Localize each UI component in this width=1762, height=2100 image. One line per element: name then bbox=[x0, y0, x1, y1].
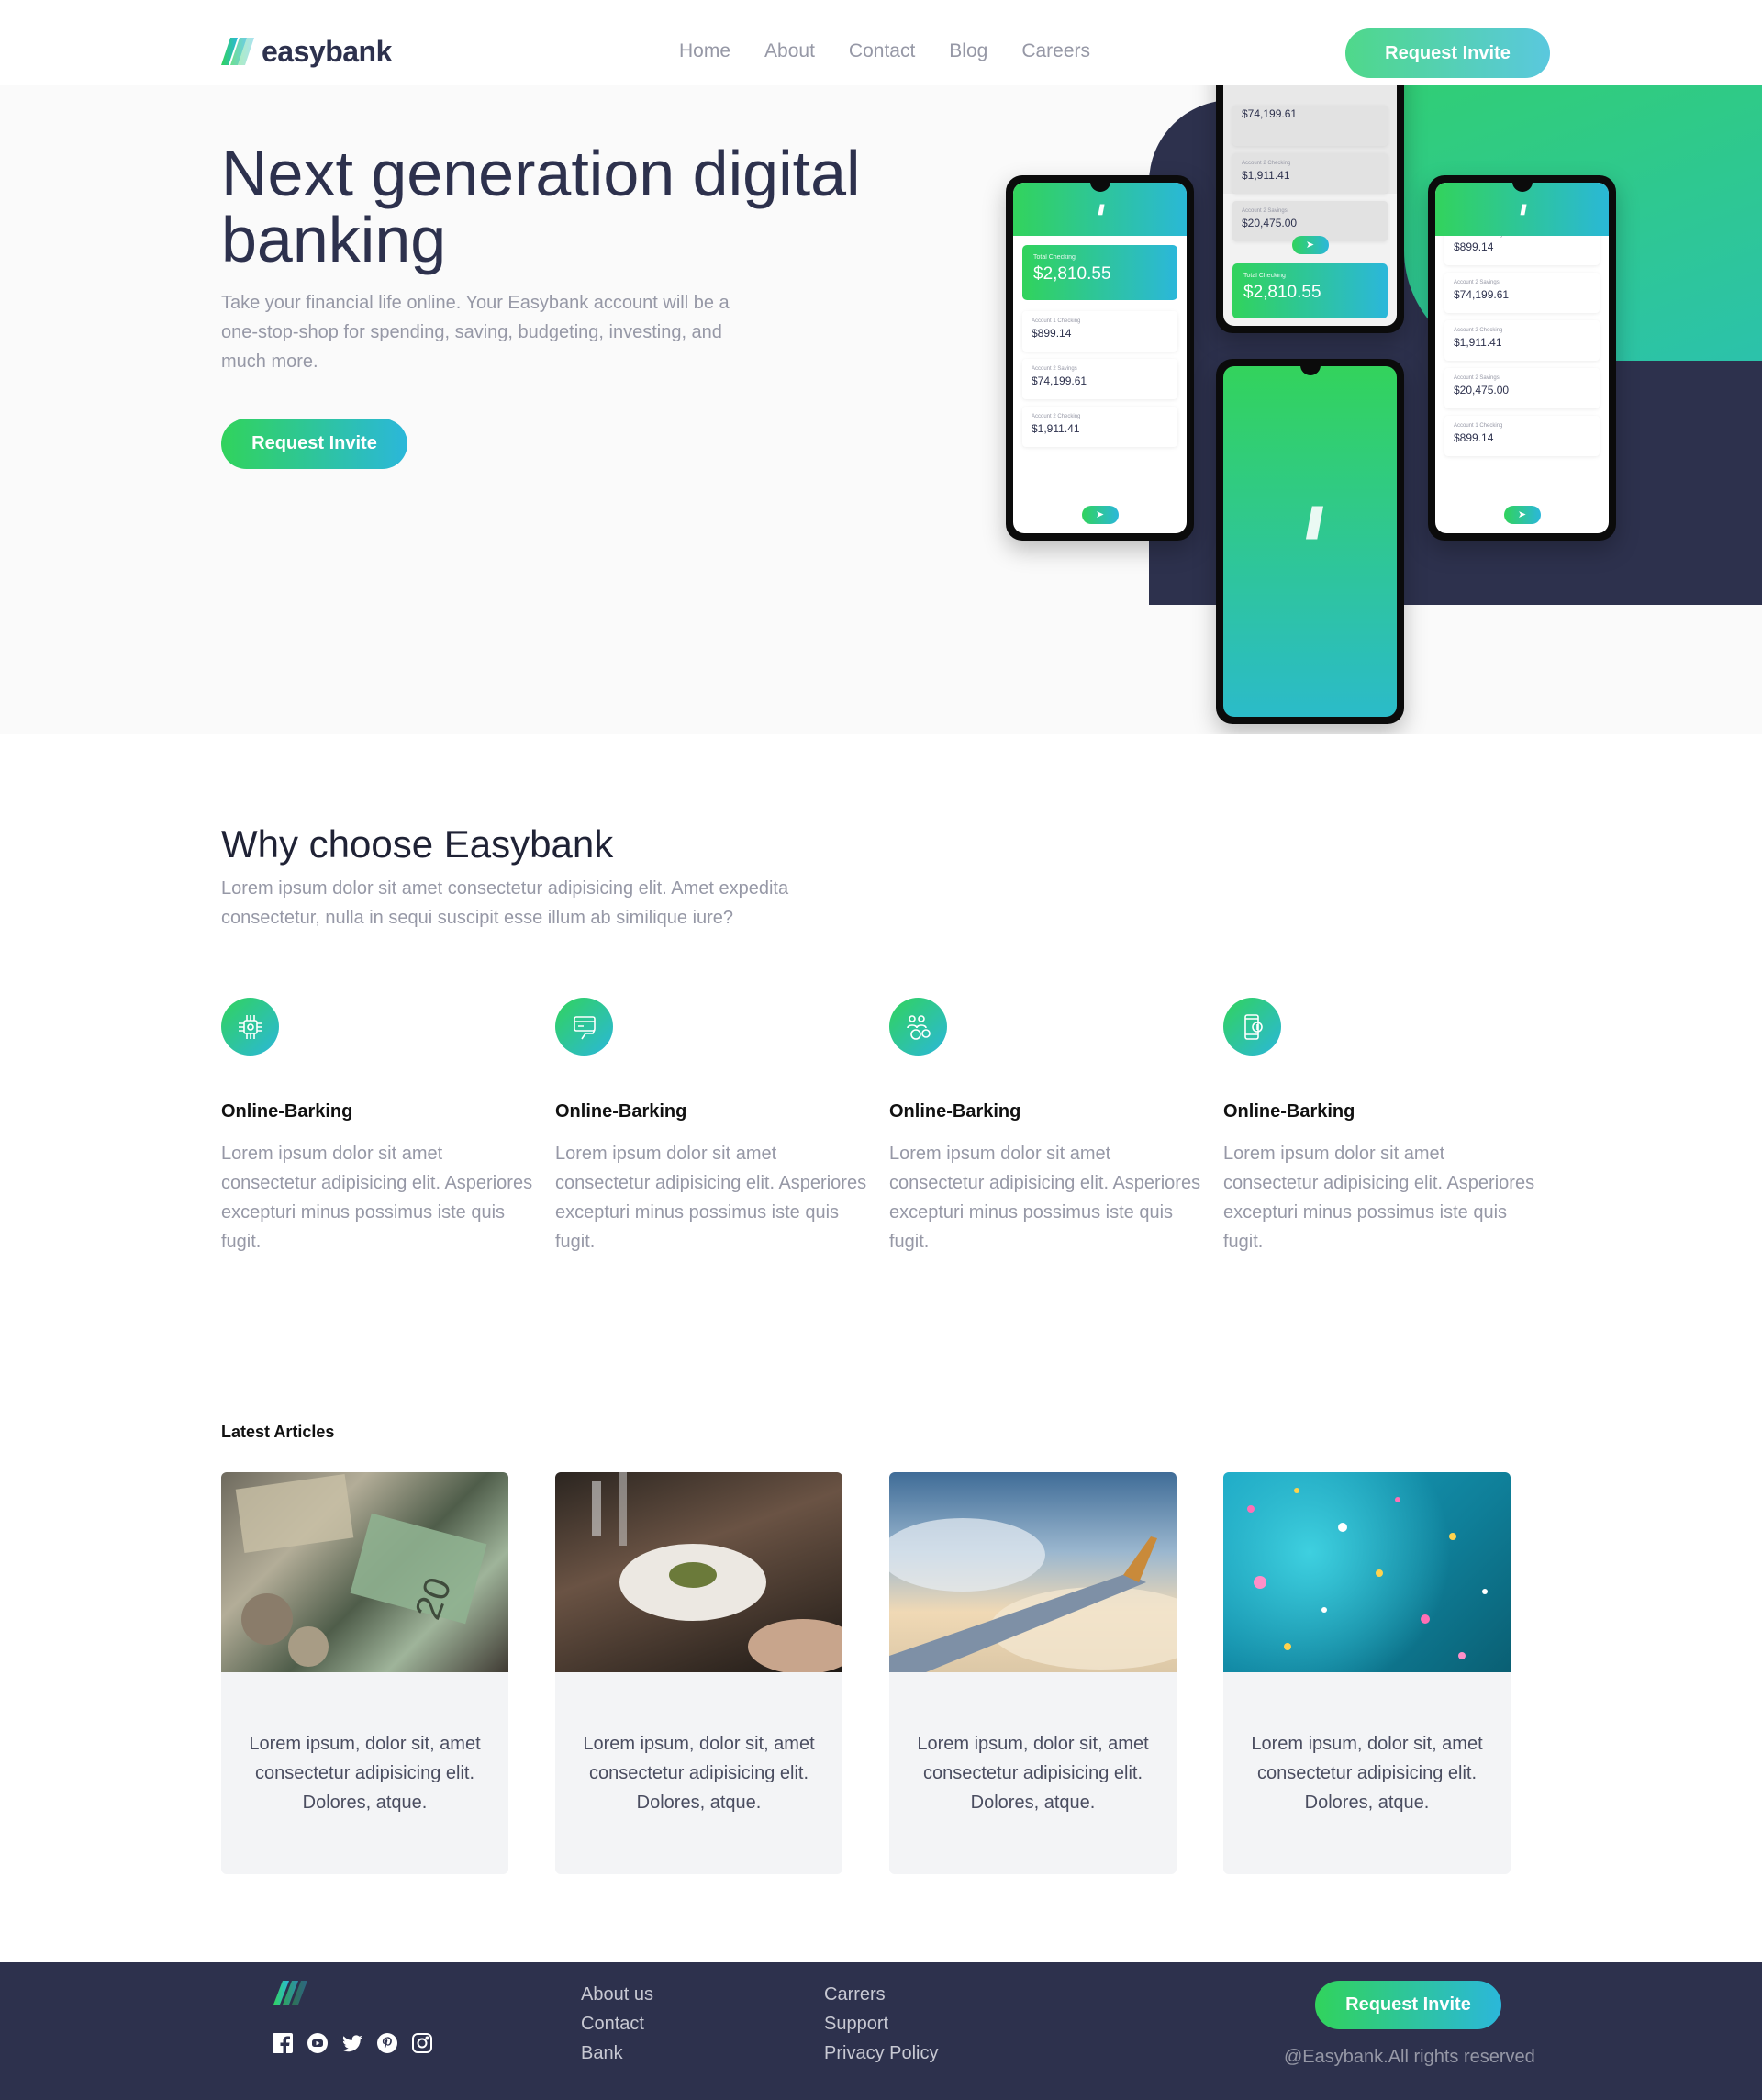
pinterest-icon[interactable] bbox=[375, 2031, 399, 2055]
why-title: Why choose Easybank bbox=[221, 822, 614, 866]
nav-request-invite-button[interactable]: Request Invite bbox=[1345, 28, 1550, 78]
copyright-text: @Easybank.All rights reserved bbox=[1284, 2047, 1535, 2067]
youtube-icon[interactable] bbox=[306, 2031, 329, 2055]
why-subtitle: Lorem ipsum dolor sit amet consectetur a… bbox=[221, 878, 789, 928]
article-card[interactable]: 20 Lorem ipsum, dolor sit, amet consecte… bbox=[221, 1472, 508, 1874]
account-row: Account 2 Checking $1,911.41 bbox=[1444, 320, 1600, 361]
footer-link-bank[interactable]: Bank bbox=[581, 2041, 653, 2065]
feature-text: Lorem ipsum dolor sit amet consectetur a… bbox=[1223, 1144, 1535, 1252]
article-card[interactable]: Lorem ipsum, dolor sit, amet consectetur… bbox=[555, 1472, 842, 1874]
phone-mockup-right: /// Account 1 Checking$899.14 Account 2 … bbox=[1428, 175, 1616, 541]
nav-links: Home About Contact Blog Careers bbox=[679, 40, 1090, 62]
feature-card: Online-Barking Lorem ipsum dolor sit ame… bbox=[889, 998, 1206, 1257]
facebook-icon[interactable] bbox=[271, 2031, 295, 2055]
account-row: Account 2 Checking $1,911.41 bbox=[1232, 153, 1388, 194]
dinner-photo bbox=[555, 1472, 842, 1672]
total-checking-card: Total Checking $2,810.55 bbox=[1232, 263, 1388, 318]
article-text: Lorem ipsum, dolor sit, amet consectetur… bbox=[1251, 1734, 1483, 1813]
nav-link-home[interactable]: Home bbox=[679, 40, 730, 62]
nav-link-careers[interactable]: Careers bbox=[1021, 40, 1090, 62]
instagram-icon[interactable] bbox=[410, 2031, 434, 2055]
money-photo: 20 bbox=[221, 1472, 508, 1672]
articles-heading: Latest Articles bbox=[221, 1423, 335, 1441]
footer-link-about-us[interactable]: About us bbox=[581, 1983, 653, 2006]
chip-icon bbox=[221, 998, 279, 1056]
phone-mockup-left: /// Total Checking $2,810.55 Account 1 C… bbox=[1006, 175, 1194, 541]
feature-title: Online-Barking bbox=[555, 1101, 687, 1122]
footer-link-contact[interactable]: Contact bbox=[581, 2012, 653, 2036]
hero-request-invite-button[interactable]: Request Invite bbox=[221, 419, 407, 469]
account-row: Account 2 Savings $20,475.00 bbox=[1444, 368, 1600, 408]
hero-section: Next generation digital banking Take you… bbox=[0, 85, 1762, 734]
send-pill-icon: ➤ bbox=[1291, 236, 1329, 254]
account-row: Account 2 Savings $74,199.61 bbox=[1022, 359, 1177, 399]
feature-card: Online-Barking Lorem ipsum dolor sit ame… bbox=[1223, 998, 1540, 1257]
send-pill-icon: ➤ bbox=[1503, 506, 1541, 524]
feature-card: Online-Barking Lorem ipsum dolor sit ame… bbox=[555, 998, 872, 1257]
footer-links-col2: Carrers Support Privacy Policy bbox=[824, 1983, 938, 2065]
phone-screen: $74,199.61 Account 2 Checking $1,911.41 A… bbox=[1223, 85, 1397, 326]
twitter-icon[interactable] bbox=[340, 2031, 364, 2055]
account-row: $74,199.61 bbox=[1232, 106, 1388, 146]
feature-title: Online-Barking bbox=[221, 1101, 353, 1122]
footer-logo-icon[interactable] bbox=[273, 1981, 310, 2008]
article-text: Lorem ipsum, dolor sit, amet consectetur… bbox=[583, 1734, 815, 1813]
article-text: Lorem ipsum, dolor sit, amet consectetur… bbox=[917, 1734, 1149, 1813]
mobile-dollar-icon bbox=[1223, 998, 1281, 1056]
article-text: Lorem ipsum, dolor sit, amet consectetur… bbox=[249, 1734, 481, 1813]
footer-link-privacy-policy[interactable]: Privacy Policy bbox=[824, 2041, 938, 2065]
card-hand-icon bbox=[555, 998, 613, 1056]
footer: About us Contact Bank Carrers Support Pr… bbox=[0, 1962, 1762, 2100]
account-row: Account 2 Savings $74,199.61 bbox=[1444, 273, 1600, 313]
footer-links-col1: About us Contact Bank bbox=[581, 1983, 653, 2065]
hero-title: Next generation digital banking bbox=[221, 138, 861, 275]
feature-card: Online-Barking Lorem ipsum dolor sit ame… bbox=[221, 998, 538, 1257]
total-checking-card: Total Checking $2,810.55 bbox=[1022, 245, 1177, 300]
people-money-icon bbox=[889, 998, 947, 1056]
social-links bbox=[271, 2031, 434, 2055]
phone-screen: /// Account 1 Checking$899.14 Account 2 … bbox=[1435, 183, 1609, 533]
phone-screen: /// Total Checking $2,810.55 Account 1 C… bbox=[1013, 183, 1187, 533]
footer-link-careers[interactable]: Carrers bbox=[824, 1983, 938, 2006]
article-card[interactable]: Lorem ipsum, dolor sit, amet consectetur… bbox=[889, 1472, 1177, 1874]
account-row: Account 1 Checking$899.14 bbox=[1022, 311, 1177, 352]
article-card[interactable]: Lorem ipsum, dolor sit, amet consectetur… bbox=[1223, 1472, 1511, 1874]
hero-text: Take your financial life online. Your Ea… bbox=[221, 293, 730, 372]
footer-request-invite-button[interactable]: Request Invite bbox=[1315, 1981, 1501, 2029]
feature-text: Lorem ipsum dolor sit amet consectetur a… bbox=[889, 1144, 1201, 1252]
feature-text: Lorem ipsum dolor sit amet consectetur a… bbox=[221, 1144, 533, 1252]
nav-link-about[interactable]: About bbox=[764, 40, 815, 62]
phone-mockup-top: $74,199.61 Account 2 Checking $1,911.41 A… bbox=[1216, 85, 1404, 333]
plane-wing-photo bbox=[889, 1472, 1177, 1672]
brand-name: easybank bbox=[262, 34, 392, 68]
feature-text: Lorem ipsum dolor sit amet consectetur a… bbox=[555, 1144, 867, 1252]
confetti-photo bbox=[1223, 1472, 1511, 1672]
nav-link-blog[interactable]: Blog bbox=[949, 40, 987, 62]
account-row: Account 1 Checking$899.14 bbox=[1444, 416, 1600, 456]
feature-title: Online-Barking bbox=[889, 1101, 1021, 1122]
top-navbar: easybank Home About Contact Blog Careers… bbox=[0, 0, 1762, 85]
app-logo-icon: /// bbox=[1305, 499, 1323, 549]
phone-mockup-center: /// bbox=[1216, 359, 1404, 724]
feature-title: Online-Barking bbox=[1223, 1101, 1355, 1122]
brand-logo[interactable]: easybank bbox=[221, 35, 392, 68]
app-logo-icon: /// bbox=[1520, 203, 1527, 218]
logo-mark-icon bbox=[221, 38, 254, 65]
footer-link-support[interactable]: Support bbox=[824, 2012, 938, 2036]
app-logo-icon: /// bbox=[1098, 203, 1105, 218]
phone-splash-screen: /// bbox=[1223, 364, 1397, 717]
nav-link-contact[interactable]: Contact bbox=[849, 40, 915, 62]
account-row: Account 2 Checking $1,911.41 bbox=[1022, 407, 1177, 447]
send-pill-icon: ➤ bbox=[1081, 506, 1119, 524]
